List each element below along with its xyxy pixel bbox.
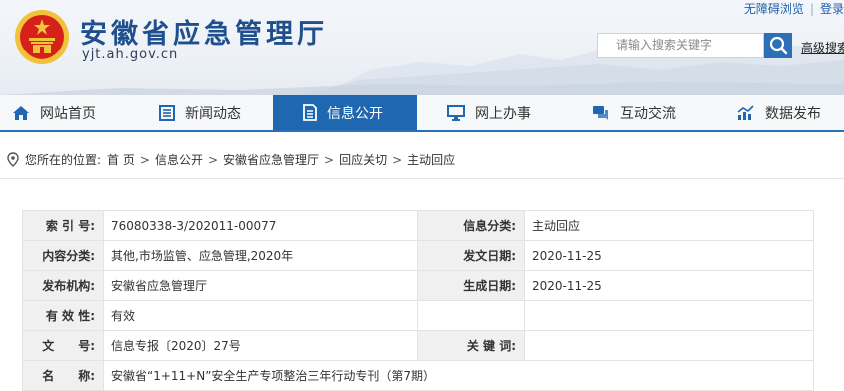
nav-item-interaction[interactable]: 互动交流 bbox=[592, 95, 676, 130]
table-row: 有 效 性: 有效 bbox=[22, 300, 814, 331]
chart-icon bbox=[737, 104, 754, 120]
breadcrumb-item[interactable]: 首 页 bbox=[107, 151, 135, 168]
site-title: 安徽省应急管理厅 bbox=[80, 19, 328, 50]
index-number-value: 76080338-3/202011-00077 bbox=[103, 210, 418, 241]
info-category-label: 信息分类: bbox=[417, 210, 525, 241]
document-number-value: 信息专报〔2020〕27号 bbox=[103, 330, 418, 361]
content-category-label: 内容分类: bbox=[22, 240, 104, 271]
breadcrumb-separator: > bbox=[324, 152, 335, 167]
nav-item-label: 互动交流 bbox=[620, 105, 676, 122]
site-domain: yjt.ah.gov.cn bbox=[82, 47, 179, 62]
issue-date-label: 发文日期: bbox=[417, 240, 525, 271]
top-links: 无障碍浏览 | 登录 bbox=[744, 0, 844, 17]
publisher-value: 安徽省应急管理厅 bbox=[103, 270, 418, 301]
nav-item-label: 信息公开 bbox=[327, 105, 383, 122]
nav-item-data-release[interactable]: 数据发布 bbox=[737, 95, 821, 130]
breadcrumb-separator: > bbox=[139, 152, 150, 167]
home-icon bbox=[13, 105, 29, 120]
breadcrumb-prefix: 您所在的位置: bbox=[25, 153, 102, 167]
search-button[interactable] bbox=[764, 33, 792, 58]
nav-item-online-services[interactable]: 网上办事 bbox=[447, 95, 531, 130]
title-value: 安徽省“1+11+N”安全生产专项整治三年行动专刊（第7期） bbox=[103, 360, 814, 391]
accessibility-link[interactable]: 无障碍浏览 bbox=[744, 0, 804, 17]
validity-label: 有 效 性: bbox=[22, 300, 104, 331]
table-row: 内容分类: 其他,市场监管、应急管理,2020年 发文日期: 2020-11-2… bbox=[22, 240, 814, 271]
divider bbox=[0, 178, 844, 179]
search-icon bbox=[769, 36, 788, 55]
empty-cell bbox=[524, 300, 814, 331]
site-header: 安徽省应急管理厅 yjt.ah.gov.cn 无障碍浏览 | 登录 请输入搜索关键字… bbox=[0, 0, 844, 95]
advanced-search-link[interactable]: 高级搜索 bbox=[801, 39, 844, 56]
breadcrumb-separator: > bbox=[392, 152, 403, 167]
breadcrumb-separator: > bbox=[207, 152, 219, 167]
chat-icon bbox=[593, 105, 608, 120]
keywords-label: 关 键 词: bbox=[417, 330, 525, 361]
nav-item-label: 网上办事 bbox=[475, 105, 531, 122]
location-icon bbox=[7, 152, 19, 167]
nav-item-label: 新闻动态 bbox=[185, 105, 241, 122]
breadcrumb-item[interactable]: 回应关切 bbox=[339, 151, 387, 168]
metadata-table: 索 引 号: 76080338-3/202011-00077 信息分类: 主动回… bbox=[22, 210, 814, 391]
generated-date-label: 生成日期: bbox=[417, 270, 525, 301]
table-row: 发布机构: 安徽省应急管理厅 生成日期: 2020-11-25 bbox=[22, 270, 814, 301]
breadcrumb-item[interactable]: 安徽省应急管理厅 bbox=[223, 151, 319, 168]
document-number-label: 文 号: bbox=[22, 330, 104, 361]
document-icon bbox=[303, 104, 317, 121]
issue-date-value: 2020-11-25 bbox=[524, 240, 814, 271]
index-number-label: 索 引 号: bbox=[22, 210, 104, 241]
nav-item-label: 数据发布 bbox=[765, 105, 821, 122]
publisher-label: 发布机构: bbox=[22, 270, 104, 301]
nav-item-news[interactable]: 新闻动态 bbox=[159, 95, 241, 130]
content-category-value: 其他,市场监管、应急管理,2020年 bbox=[103, 240, 418, 271]
nav-item-home[interactable]: 网站首页 bbox=[12, 95, 96, 130]
monitor-icon bbox=[447, 104, 465, 121]
keywords-value bbox=[524, 330, 814, 361]
breadcrumb-item[interactable]: 信息公开 bbox=[155, 151, 203, 168]
search-input[interactable]: 请输入搜索关键字 bbox=[597, 33, 764, 58]
table-row: 名 称: 安徽省“1+11+N”安全生产专项整治三年行动专刊（第7期） bbox=[22, 360, 814, 391]
empty-cell bbox=[417, 300, 525, 331]
generated-date-value: 2020-11-25 bbox=[524, 270, 814, 301]
table-row: 索 引 号: 76080338-3/202011-00077 信息分类: 主动回… bbox=[22, 210, 814, 241]
breadcrumb: 您所在的位置: 首 页 > 信息公开 > 安徽省应急管理厅 > 回应关切 > 主… bbox=[7, 151, 455, 168]
news-icon bbox=[159, 104, 175, 121]
login-link[interactable]: 登录 bbox=[820, 0, 844, 17]
nav-item-info-disclosure[interactable]: 信息公开 bbox=[273, 95, 417, 130]
table-row: 文 号: 信息专报〔2020〕27号 关 键 词: bbox=[22, 330, 814, 361]
title-label: 名 称: bbox=[22, 360, 104, 391]
nav-item-label: 网站首页 bbox=[40, 105, 96, 122]
main-nav: 网站首页 新闻动态 信息公开 网上办事 互动交流 数据发布 bbox=[0, 95, 844, 132]
breadcrumb-item[interactable]: 主动回应 bbox=[407, 151, 455, 168]
validity-value: 有效 bbox=[103, 300, 418, 331]
info-category-value: 主动回应 bbox=[524, 210, 814, 241]
national-emblem-logo bbox=[15, 10, 69, 64]
link-separator: | bbox=[809, 2, 814, 16]
